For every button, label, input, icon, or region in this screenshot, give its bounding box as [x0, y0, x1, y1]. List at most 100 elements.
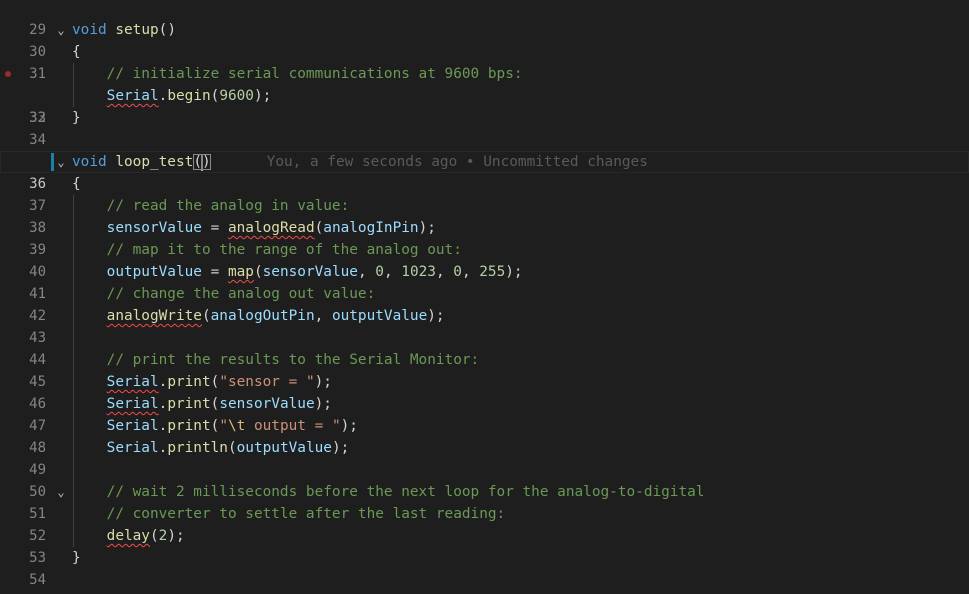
function-name: begin: [167, 88, 211, 104]
punctuation: );: [314, 396, 332, 412]
matching-bracket: ): [201, 154, 211, 170]
code-line[interactable]: 50: [0, 459, 969, 500]
punctuation: );: [331, 440, 350, 456]
punctuation: );: [253, 88, 272, 104]
punctuation: .: [158, 440, 168, 456]
punctuation: .: [158, 396, 168, 412]
chevron-down-icon[interactable]: ⌄: [55, 481, 67, 503]
code-text: sensorValue = analogRead(analogInPin);: [72, 217, 436, 239]
code-line[interactable]: 34 }: [0, 107, 969, 148]
number: 0: [375, 264, 384, 280]
editor-lines: 29 30 ⌄ void setup() 31 { 32 // initiali…: [0, 0, 969, 591]
punctuation: (: [210, 374, 220, 390]
variable: outputValue: [236, 440, 332, 456]
keyword: void: [72, 154, 107, 170]
punctuation: );: [340, 418, 358, 434]
code-line[interactable]: 33 Serial.begin(9600);: [0, 85, 969, 126]
code-line[interactable]: 51 ⌄ // wait 2 milliseconds before the n…: [0, 481, 969, 522]
punctuation: (: [253, 264, 263, 280]
code-line[interactable]: 31 {: [0, 41, 969, 82]
code-line[interactable]: 30 ⌄ void setup(): [0, 19, 969, 60]
code-text: // initialize serial communications at 9…: [72, 63, 523, 85]
function-name: print: [167, 418, 211, 434]
code-text: {: [72, 41, 81, 63]
chevron-down-icon[interactable]: ⌄: [55, 19, 67, 41]
code-text: // read the analog in value:: [72, 195, 350, 217]
code-text: Serial.print("\t output = ");: [72, 415, 358, 437]
function-name-error: analogRead: [227, 220, 315, 236]
number: 0: [453, 264, 462, 280]
number: 9600: [219, 88, 254, 104]
identifier-error: Serial: [106, 396, 159, 412]
comment: // map it to the range of the analog out…: [106, 242, 462, 258]
code-line[interactable]: 54 }: [0, 547, 969, 588]
code-text: Serial.println(outputValue);: [72, 437, 350, 459]
code-line[interactable]: 42 // change the analog out value:: [0, 283, 969, 324]
code-line-current[interactable]: 36 ⌄ void loop_test() You, a few seconds …: [0, 151, 969, 192]
punctuation: (: [149, 528, 159, 544]
code-line[interactable]: 39 sensorValue = analogRead(analogInPin)…: [0, 217, 969, 258]
close-brace: }: [72, 110, 81, 126]
breakpoint-dot-icon[interactable]: [5, 71, 11, 77]
function-name-error: delay: [106, 528, 150, 544]
punctuation: (): [158, 22, 176, 38]
punctuation: (: [210, 396, 220, 412]
code-text: void loop_test() You, a few seconds ago •…: [72, 151, 648, 173]
punctuation: .: [158, 374, 168, 390]
code-line[interactable]: 43 analogWrite(analogOutPin, outputValue…: [0, 305, 969, 346]
function-name: print: [167, 396, 211, 412]
code-text: Serial.begin(9600);: [72, 85, 272, 107]
variable: outputValue: [331, 308, 428, 324]
keyword: void: [72, 22, 107, 38]
code-text: outputValue = map(sensorValue, 0, 1023, …: [72, 261, 523, 283]
code-line[interactable]: 49 Serial.println(outputValue);: [0, 437, 969, 478]
code-text: // change the analog out value:: [72, 283, 376, 305]
punctuation: );: [314, 374, 332, 390]
code-text: }: [72, 107, 81, 129]
code-line[interactable]: 29: [0, 0, 969, 38]
code-text: // converter to settle after the last re…: [72, 503, 506, 525]
git-modified-indicator[interactable]: [51, 153, 54, 171]
identifier-error: Serial: [106, 88, 159, 104]
code-line[interactable]: 46 Serial.print("sensor = ");: [0, 371, 969, 412]
punctuation: );: [505, 264, 523, 280]
code-text: // map it to the range of the analog out…: [72, 239, 462, 261]
variable: analogOutPin: [210, 308, 315, 324]
punctuation: ,: [435, 264, 454, 280]
code-line[interactable]: 48 Serial.print("\t output = ");: [0, 415, 969, 456]
code-line[interactable]: 47 Serial.print(sensorValue);: [0, 393, 969, 434]
code-line[interactable]: 32 // initialize serial communications a…: [0, 63, 969, 126]
code-line[interactable]: 41 outputValue = map(sensorValue, 0, 102…: [0, 261, 969, 302]
git-blame-annotation: You, a few seconds ago • Uncommitted cha…: [266, 154, 648, 170]
close-brace: }: [72, 550, 81, 566]
code-line[interactable]: 52 // converter to settle after the last…: [0, 503, 969, 544]
string: ": [219, 418, 228, 434]
code-line[interactable]: 44: [0, 327, 969, 368]
string: output = ": [245, 418, 341, 434]
punctuation: (: [210, 418, 220, 434]
code-line[interactable]: 37 {: [0, 173, 969, 214]
punctuation: ,: [461, 264, 480, 280]
code-line[interactable]: 53 delay(2);: [0, 525, 969, 566]
open-brace: {: [72, 176, 81, 192]
variable: outputValue: [106, 264, 202, 280]
punctuation: .: [158, 418, 168, 434]
comment: // converter to settle after the last re…: [106, 506, 506, 522]
code-line[interactable]: 38 // read the analog in value:: [0, 195, 969, 236]
code-line[interactable]: 55: [0, 569, 969, 591]
variable: analogInPin: [323, 220, 419, 236]
function-name-error: map: [227, 264, 254, 280]
code-line[interactable]: 35: [0, 129, 969, 170]
string: "sensor = ": [219, 374, 315, 390]
code-line[interactable]: 40 // map it to the range of the analog …: [0, 239, 969, 280]
punctuation: );: [427, 308, 445, 324]
code-text: {: [72, 173, 81, 195]
punctuation: );: [418, 220, 436, 236]
variable: sensorValue: [262, 264, 358, 280]
code-line[interactable]: 45 // print the results to the Serial Mo…: [0, 349, 969, 390]
code-text: analogWrite(analogOutPin, outputValue);: [72, 305, 445, 327]
comment: // print the results to the Serial Monit…: [106, 352, 480, 368]
code-editor[interactable]: 29 30 ⌄ void setup() 31 { 32 // initiali…: [0, 0, 969, 594]
comment: // change the analog out value:: [106, 286, 376, 302]
chevron-down-icon[interactable]: ⌄: [55, 151, 67, 173]
